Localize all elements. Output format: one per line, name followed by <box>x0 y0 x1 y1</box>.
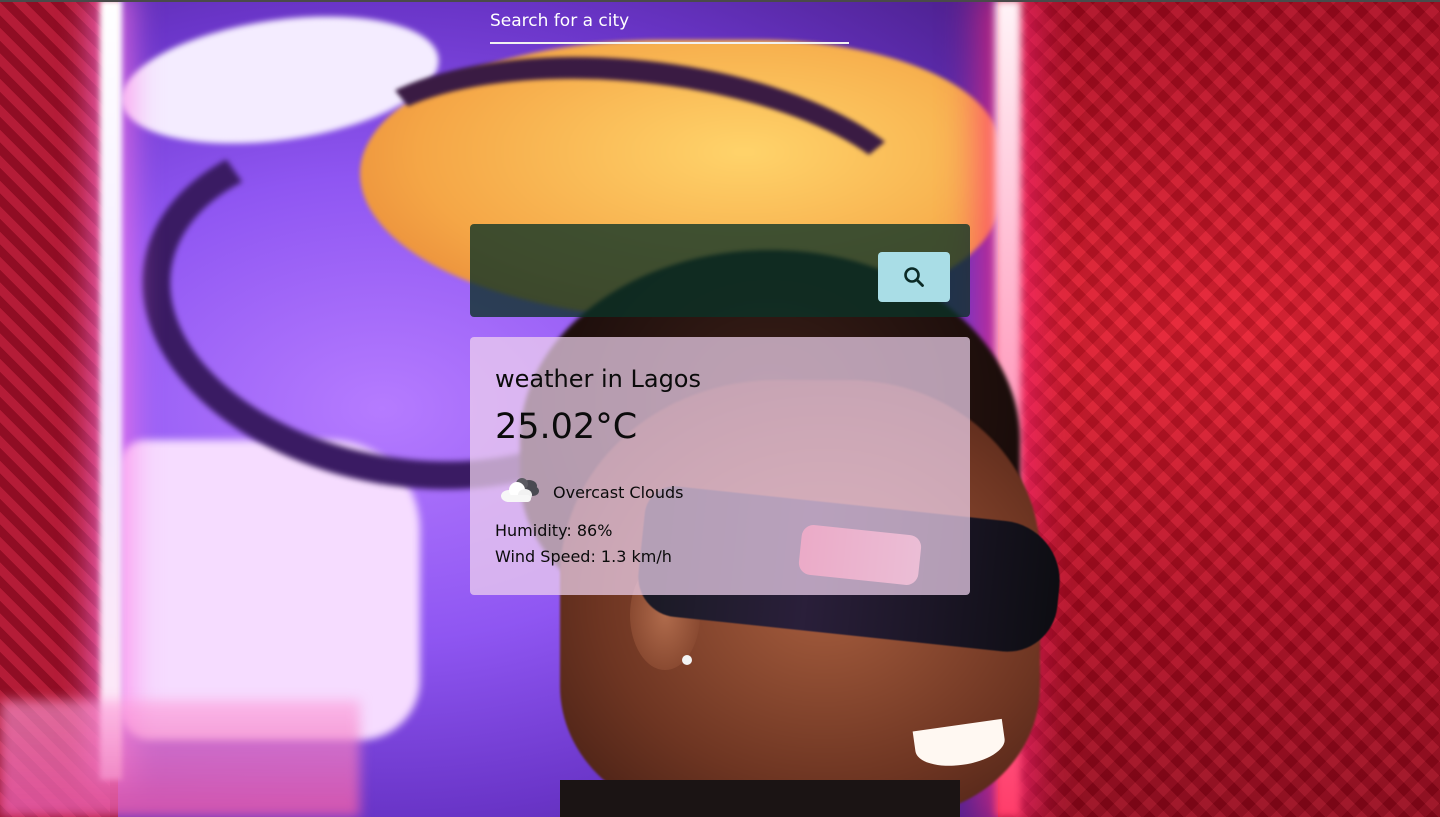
weather-city-title: weather in Lagos <box>495 365 701 393</box>
person-shirt <box>560 780 960 817</box>
humidity: Humidity: 86% <box>495 521 613 540</box>
wind-speed: Wind Speed: 1.3 km/h <box>495 547 672 566</box>
search-panel <box>470 0 970 317</box>
wall-texture <box>1000 0 1440 817</box>
search-input[interactable] <box>490 0 849 44</box>
weather-description: Overcast Clouds <box>553 483 684 502</box>
temperature: 25.02°C <box>495 407 638 447</box>
pink-blur-shape <box>0 700 360 817</box>
search-button[interactable] <box>878 252 950 302</box>
left-wall-texture <box>0 0 110 817</box>
search-icon <box>904 267 924 287</box>
cloud-icon <box>501 478 539 502</box>
neon-light-left <box>100 0 122 780</box>
weather-card: weather in Lagos 25.02°C Overcast Clouds… <box>470 337 970 595</box>
mural-white-shape-lower <box>120 440 420 740</box>
earring <box>682 655 692 665</box>
